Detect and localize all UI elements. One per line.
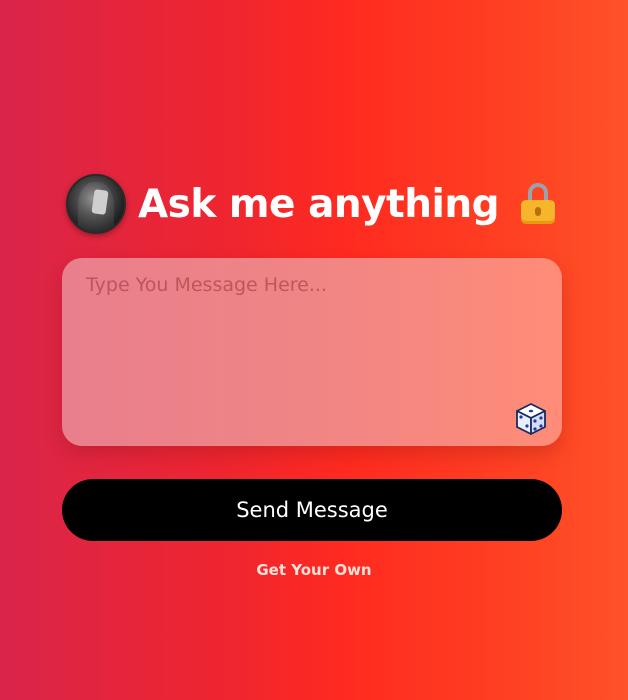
lock-icon [521, 183, 556, 225]
header: Ask me anything [66, 174, 556, 234]
user-avatar [66, 174, 126, 234]
message-input[interactable] [62, 258, 562, 446]
dice-icon[interactable] [514, 402, 548, 436]
send-message-button[interactable]: Send Message [62, 479, 562, 541]
message-box [62, 258, 562, 446]
page-title: Ask me anything [138, 181, 500, 227]
get-your-own-link[interactable]: Get Your Own [0, 561, 628, 579]
